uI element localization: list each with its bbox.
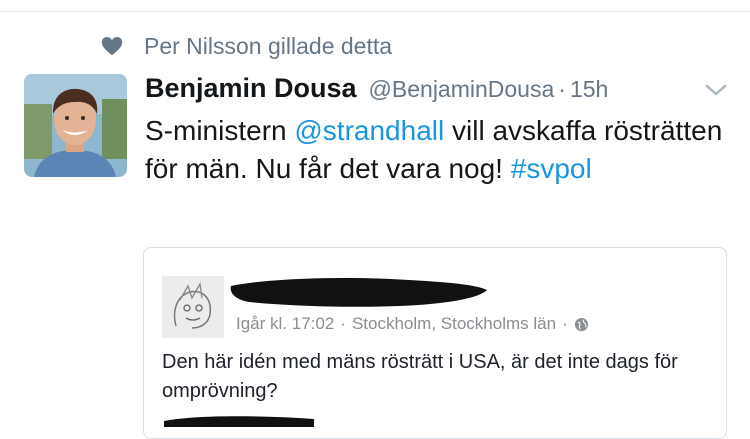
author-name[interactable]: Benjamin Dousa xyxy=(145,73,357,104)
quoted-post-date: Igår kl. 17:02 xyxy=(236,314,335,333)
quoted-post-card[interactable]: Igår kl. 17:02 · Stockholm, Stockholms l… xyxy=(143,247,727,439)
heart-icon xyxy=(101,37,123,56)
author-handle[interactable]: @BenjaminDousa xyxy=(369,76,555,103)
redacted-text xyxy=(164,416,314,427)
quoted-post-meta: Igår kl. 17:02 · Stockholm, Stockholms l… xyxy=(236,314,589,334)
tweet-timestamp[interactable]: 15h xyxy=(570,76,608,103)
meta-separator-2: · xyxy=(562,314,568,333)
separator-dot: · xyxy=(558,76,566,102)
mention-link[interactable]: @strandhall xyxy=(294,115,444,146)
quoted-post-text: Den här idén med mäns rösträtt i USA, är… xyxy=(162,351,678,402)
tweet-text: S-ministern @strandhall vill avskaffa rö… xyxy=(145,112,735,188)
social-context-text: Per Nilsson gillade detta xyxy=(144,32,393,59)
meta-separator: · xyxy=(340,314,346,333)
tweet-text-part1: S-ministern xyxy=(145,115,295,146)
quoted-post-location: Stockholm, Stockholms län xyxy=(351,314,557,333)
quoted-avatar xyxy=(162,276,224,338)
globe-icon xyxy=(574,317,588,331)
tweet-header: Benjamin Dousa @BenjaminDousa · 15h xyxy=(145,73,608,107)
social-context: Per Nilsson gillade detta xyxy=(100,32,392,60)
redacted-name xyxy=(230,278,487,307)
top-divider xyxy=(0,11,750,12)
hashtag-link[interactable]: #svpol xyxy=(511,153,592,184)
chevron-down-icon[interactable] xyxy=(704,80,728,100)
avatar[interactable] xyxy=(24,74,127,177)
